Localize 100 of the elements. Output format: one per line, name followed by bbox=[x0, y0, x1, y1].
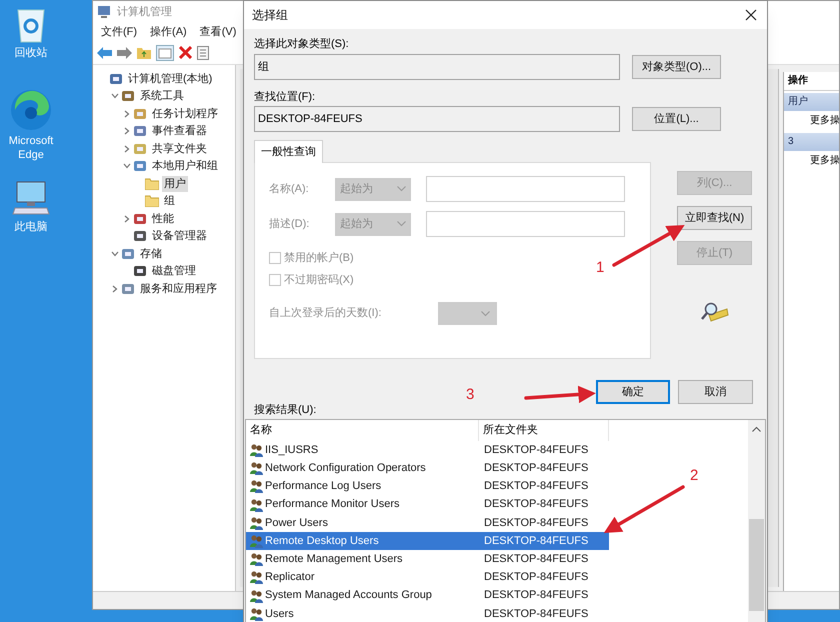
tree-item[interactable]: 设备管理器 bbox=[150, 228, 209, 244]
scrollbar[interactable] bbox=[748, 420, 765, 622]
tree-item[interactable]: 性能 bbox=[150, 210, 176, 227]
tree-item[interactable]: 本地用户和组 bbox=[150, 158, 220, 174]
collapsed-chevron-icon[interactable] bbox=[123, 214, 131, 223]
folder-cell-text: DESKTOP-84FEUFS bbox=[483, 497, 588, 512]
tree-item[interactable]: 计算机管理(本地) bbox=[126, 70, 214, 87]
tree-item[interactable]: 任务计划程序 bbox=[150, 106, 220, 122]
forward-arrow-icon[interactable] bbox=[117, 46, 132, 58]
group-icon bbox=[249, 498, 264, 512]
collapsed-chevron-icon[interactable] bbox=[111, 284, 119, 293]
column-header[interactable]: 名称 bbox=[246, 420, 479, 441]
group-icon bbox=[249, 443, 264, 458]
tool-icon bbox=[121, 246, 135, 261]
column-header[interactable]: 所在文件夹 bbox=[479, 420, 609, 441]
collapsed-chevron-icon[interactable] bbox=[123, 144, 131, 153]
location-field[interactable]: DESKTOP-84FEUFS bbox=[254, 106, 620, 132]
tree-item[interactable]: 事件查看器 bbox=[150, 123, 209, 140]
result-row[interactable]: Remote Management Users DESKTOP-84FEUFS bbox=[246, 550, 609, 568]
group-name: System Managed Accounts Group bbox=[265, 588, 432, 604]
tree-item[interactable]: 系统工具 bbox=[138, 88, 186, 104]
folder-cell-text: DESKTOP-84FEUFS bbox=[483, 516, 588, 531]
delete-icon[interactable] bbox=[179, 46, 192, 59]
folder-icon bbox=[145, 195, 159, 208]
browser-icon bbox=[9, 88, 53, 132]
actions-section-header[interactable]: 3 bbox=[784, 133, 839, 151]
tree-item[interactable]: 磁盘管理 bbox=[150, 263, 198, 280]
menu-item[interactable]: 文件(F) bbox=[101, 24, 138, 40]
scroll-thumb[interactable] bbox=[749, 519, 764, 611]
field-label: 描述(D): bbox=[269, 216, 310, 232]
menu-item[interactable]: 查看(V) bbox=[200, 24, 236, 40]
result-row[interactable]: Power Users DESKTOP-84FEUFS bbox=[246, 514, 609, 532]
group-icon bbox=[249, 461, 264, 476]
result-row[interactable]: Performance Monitor Users DESKTOP-84FEUFS bbox=[246, 496, 609, 514]
group-name: Users bbox=[265, 606, 294, 622]
expanded-chevron-icon[interactable] bbox=[111, 250, 119, 258]
computer-management-icon bbox=[97, 5, 111, 19]
collapsed-chevron-icon[interactable] bbox=[123, 127, 131, 136]
tool-icon bbox=[133, 229, 147, 244]
field-label: 自上次登录后的天数(I): bbox=[269, 306, 382, 322]
group-name: Power Users bbox=[265, 516, 328, 531]
group-icon bbox=[249, 606, 264, 621]
scroll-up-icon[interactable] bbox=[752, 426, 761, 432]
locations-button[interactable]: 位置(L)... bbox=[632, 107, 721, 131]
group-icon bbox=[249, 534, 264, 548]
object-type-field[interactable]: 组 bbox=[254, 54, 620, 80]
tree-item[interactable]: 组 bbox=[162, 193, 177, 210]
result-row[interactable]: Replicator DESKTOP-84FEUFS bbox=[246, 568, 609, 586]
result-row[interactable]: Users DESKTOP-84FEUFS bbox=[246, 604, 609, 622]
group-icon bbox=[249, 516, 264, 530]
step-number: 1 bbox=[596, 260, 604, 275]
actions-header: 操作 bbox=[784, 72, 839, 91]
folder-cell-text: DESKTOP-84FEUFS bbox=[483, 588, 588, 604]
field-label: 名称(A): bbox=[269, 182, 310, 197]
group-name: IIS_IUSRS bbox=[265, 442, 318, 458]
actions-section-header[interactable]: 用户 bbox=[784, 93, 839, 111]
group-icon bbox=[249, 479, 264, 494]
tree-item[interactable]: 存储 bbox=[138, 246, 164, 262]
tree-item[interactable]: 用户 bbox=[162, 176, 188, 192]
console-tree-icon[interactable] bbox=[156, 44, 174, 60]
side-button[interactable]: 立即查找(N) bbox=[677, 206, 752, 230]
field-label: 选择此对象类型(S): bbox=[254, 37, 350, 51]
expanded-chevron-icon[interactable] bbox=[123, 162, 131, 170]
expanded-chevron-icon[interactable] bbox=[111, 92, 119, 100]
tab[interactable]: 一般性查询 bbox=[254, 140, 323, 163]
result-row[interactable]: System Managed Accounts Group DESKTOP-84FEUFS bbox=[246, 586, 609, 605]
folder-icon bbox=[145, 178, 159, 190]
ok-button[interactable]: 确定 bbox=[596, 380, 670, 404]
result-row[interactable]: IIS_IUSRS DESKTOP-84FEUFS bbox=[246, 441, 609, 460]
result-row[interactable]: Network Configuration Operators DESKTOP-84FEUFS bbox=[246, 459, 609, 478]
tool-icon bbox=[133, 264, 147, 278]
properties-icon[interactable] bbox=[197, 46, 209, 60]
group-icon bbox=[249, 588, 264, 603]
folder-up-icon[interactable] bbox=[137, 46, 151, 59]
menu-item[interactable]: 操作(A) bbox=[150, 24, 187, 40]
group-icon bbox=[249, 552, 264, 566]
tree-item[interactable]: 共享文件夹 bbox=[150, 140, 209, 157]
tool-icon bbox=[133, 159, 147, 174]
tool-icon bbox=[133, 106, 147, 121]
folder-cell-text: DESKTOP-84FEUFS bbox=[483, 552, 588, 567]
group-name: Remote Desktop Users bbox=[265, 534, 379, 549]
folder-cell-text: DESKTOP-84FEUFS bbox=[483, 479, 588, 494]
folder-cell-text: DESKTOP-84FEUFS bbox=[483, 534, 588, 549]
result-row[interactable]: Performance Log Users DESKTOP-84FEUFS bbox=[246, 477, 609, 496]
step-number: 3 bbox=[466, 387, 474, 402]
search-magnifier-icon bbox=[700, 301, 728, 323]
tool-icon bbox=[109, 72, 123, 86]
dropdown-caret-icon bbox=[397, 186, 406, 192]
folder-cell-text: DESKTOP-84FEUFS bbox=[483, 606, 588, 622]
result-row[interactable]: Remote Desktop Users DESKTOP-84FEUFS bbox=[246, 532, 609, 550]
back-arrow-icon[interactable] bbox=[97, 46, 112, 58]
object-types-button[interactable]: 对象类型(O)... bbox=[632, 55, 721, 79]
window-title: 计算机管理 bbox=[117, 4, 172, 20]
cancel-button[interactable]: 取消 bbox=[678, 380, 753, 404]
group-name: Remote Management Users bbox=[265, 552, 403, 567]
annotation-arrow bbox=[524, 386, 596, 404]
close-icon[interactable] bbox=[745, 9, 757, 21]
collapsed-chevron-icon[interactable] bbox=[123, 110, 131, 118]
group-name: Network Configuration Operators bbox=[265, 461, 426, 476]
tree-item[interactable]: 服务和应用程序 bbox=[138, 280, 219, 297]
